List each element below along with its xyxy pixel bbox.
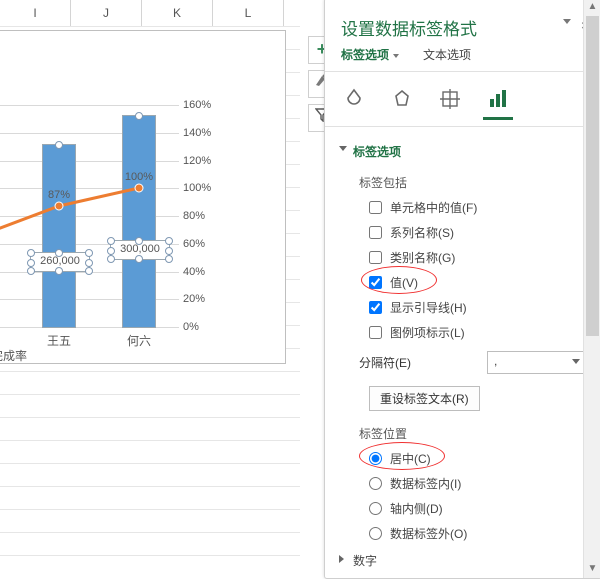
axis-tick: 120% (183, 155, 219, 167)
axis-tick: 40% (183, 266, 219, 278)
chk-category-name[interactable]: 类别名称(G) (325, 245, 600, 270)
label-options-icon[interactable] (485, 86, 511, 112)
radio-center[interactable]: 居中(C) (325, 446, 600, 471)
reset-label-text-button[interactable]: 重设标签文本(R) (369, 386, 480, 411)
radio-outside-end[interactable]: 数据标签外(O) (325, 521, 600, 546)
fill-line-icon[interactable] (341, 86, 367, 112)
axis-tick: 160% (183, 99, 219, 111)
pane-subtabs: 标签选项 文本选项 (325, 46, 600, 71)
scroll-down-icon[interactable]: ▼ (584, 561, 600, 578)
axis-tick: 80% (183, 210, 219, 222)
section-number[interactable]: 数字 (325, 546, 600, 579)
chk-series-name[interactable]: 系列名称(S) (325, 220, 600, 245)
group-label-contains: 标签包括 (325, 170, 600, 195)
line-pct-label: 100% (125, 171, 153, 183)
col-header[interactable]: J (71, 0, 142, 26)
col-header[interactable]: I (0, 0, 71, 26)
column-headers: I J K L (0, 0, 300, 27)
chk-value[interactable]: 值(V) (325, 270, 600, 295)
line-pct-label: 87% (48, 189, 70, 201)
chk-cell-value[interactable]: 单元格中的值(F) (325, 195, 600, 220)
separator-select[interactable]: , (487, 351, 585, 374)
chevron-down-icon (572, 359, 580, 364)
subtab-text-options[interactable]: 文本选项 (423, 46, 471, 63)
line-series[interactable] (0, 105, 179, 327)
axis-tick: 60% (183, 238, 219, 250)
radio-inside-end[interactable]: 数据标签内(I) (325, 471, 600, 496)
effects-icon[interactable] (389, 86, 415, 112)
embedded-chart[interactable]: 160% 140% 120% 100% 80% 60% 40% 20% 0% (0, 30, 286, 364)
worksheet-area: I J K L 160% 140% 120% 100% 80% 60% 40% … (0, 0, 300, 577)
plot-area[interactable]: 160% 140% 120% 100% 80% 60% 40% 20% 0% (0, 105, 179, 327)
axis-tick: 0% (183, 321, 219, 333)
radio-inside-base[interactable]: 轴内侧(D) (325, 496, 600, 521)
section-label-options[interactable]: 标签选项 (325, 137, 600, 170)
size-properties-icon[interactable] (437, 86, 463, 112)
chk-show-leader-lines[interactable]: 显示引导线(H) (325, 295, 600, 320)
pane-title: 设置数据标签格式 × (325, 0, 600, 46)
category-label: 何六 (127, 332, 151, 349)
separator-label: 分隔符(E) (359, 354, 475, 371)
group-label-position: 标签位置 (325, 421, 600, 446)
subtab-label-options[interactable]: 标签选项 (341, 46, 399, 63)
axis-tick: 20% (183, 293, 219, 305)
chk-legend-key[interactable]: 图例项标示(L) (325, 320, 600, 345)
axis-tick: 100% (183, 182, 219, 194)
pane-menu-chevron-icon[interactable] (563, 19, 571, 24)
scroll-up-icon[interactable]: ▲ (584, 0, 600, 16)
pane-scrollbar[interactable]: ▲ ▼ (583, 0, 600, 578)
category-label: 王五 (47, 332, 71, 349)
axis-tick: 140% (183, 127, 219, 139)
scroll-thumb[interactable] (586, 16, 599, 336)
col-header[interactable]: L (213, 0, 284, 26)
format-data-labels-pane: 设置数据标签格式 × 标签选项 文本选项 标签选项 标签包括 单元格中的值(F)… (324, 0, 600, 579)
col-header[interactable]: K (142, 0, 213, 26)
legend[interactable]: 完成率 (0, 347, 27, 364)
